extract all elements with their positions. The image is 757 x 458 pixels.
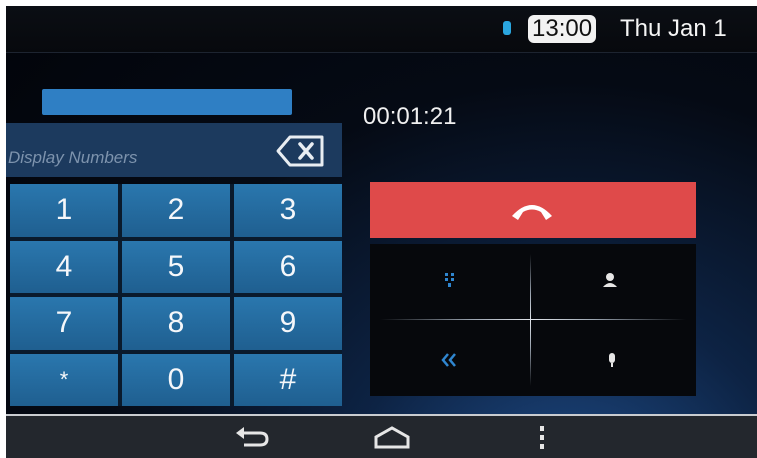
mute-button[interactable]	[602, 350, 622, 370]
menu-button[interactable]	[532, 424, 552, 457]
bluetooth-icon	[503, 21, 511, 35]
key-6[interactable]: 6	[234, 240, 342, 293]
key-9[interactable]: 9	[234, 297, 342, 350]
end-call-icon	[512, 205, 552, 220]
key-5[interactable]: 5	[122, 240, 230, 293]
key-7[interactable]: 7	[10, 297, 118, 350]
contacts-button[interactable]	[600, 270, 620, 290]
key-0[interactable]: 0	[122, 353, 230, 406]
phone-screen: 13:00 Thu Jan 1 00:01:21 Display Numbers…	[6, 6, 757, 458]
call-duration: 00:01:21	[363, 103, 457, 130]
navigation-bar	[6, 414, 757, 458]
contact-name-bar	[42, 89, 292, 115]
key-8[interactable]: 8	[122, 297, 230, 350]
status-bar: 13:00 Thu Jan 1	[6, 6, 757, 53]
clock: 13:00	[528, 15, 597, 43]
back-button[interactable]	[232, 424, 272, 457]
date-label: Thu Jan 1	[620, 15, 727, 42]
home-button[interactable]	[372, 424, 412, 457]
transfer-audio-button[interactable]	[440, 350, 460, 370]
divider-vertical	[530, 254, 531, 386]
call-controls	[370, 244, 696, 396]
back-icon	[236, 427, 269, 447]
dial-keypad: 1 2 3 4 5 6 7 8 9 * 0 #	[10, 184, 342, 406]
key-2[interactable]: 2	[122, 184, 230, 237]
contact-icon	[603, 273, 617, 287]
divider-horizontal	[380, 319, 686, 320]
backspace-button[interactable]	[274, 134, 326, 168]
display-placeholder: Display Numbers	[8, 148, 138, 167]
keypad-toggle-button[interactable]	[440, 270, 460, 290]
key-4[interactable]: 4	[10, 240, 118, 293]
transfer-audio-icon	[441, 353, 456, 367]
key-star[interactable]: *	[10, 353, 118, 406]
backspace-icon	[276, 135, 324, 167]
end-call-button[interactable]	[370, 182, 696, 238]
menu-icon	[540, 426, 544, 449]
keypad-icon	[445, 273, 454, 287]
mute-microphone-icon	[609, 353, 615, 367]
key-3[interactable]: 3	[234, 184, 342, 237]
key-hash[interactable]: #	[234, 353, 342, 406]
key-1[interactable]: 1	[10, 184, 118, 237]
home-icon	[374, 426, 410, 449]
